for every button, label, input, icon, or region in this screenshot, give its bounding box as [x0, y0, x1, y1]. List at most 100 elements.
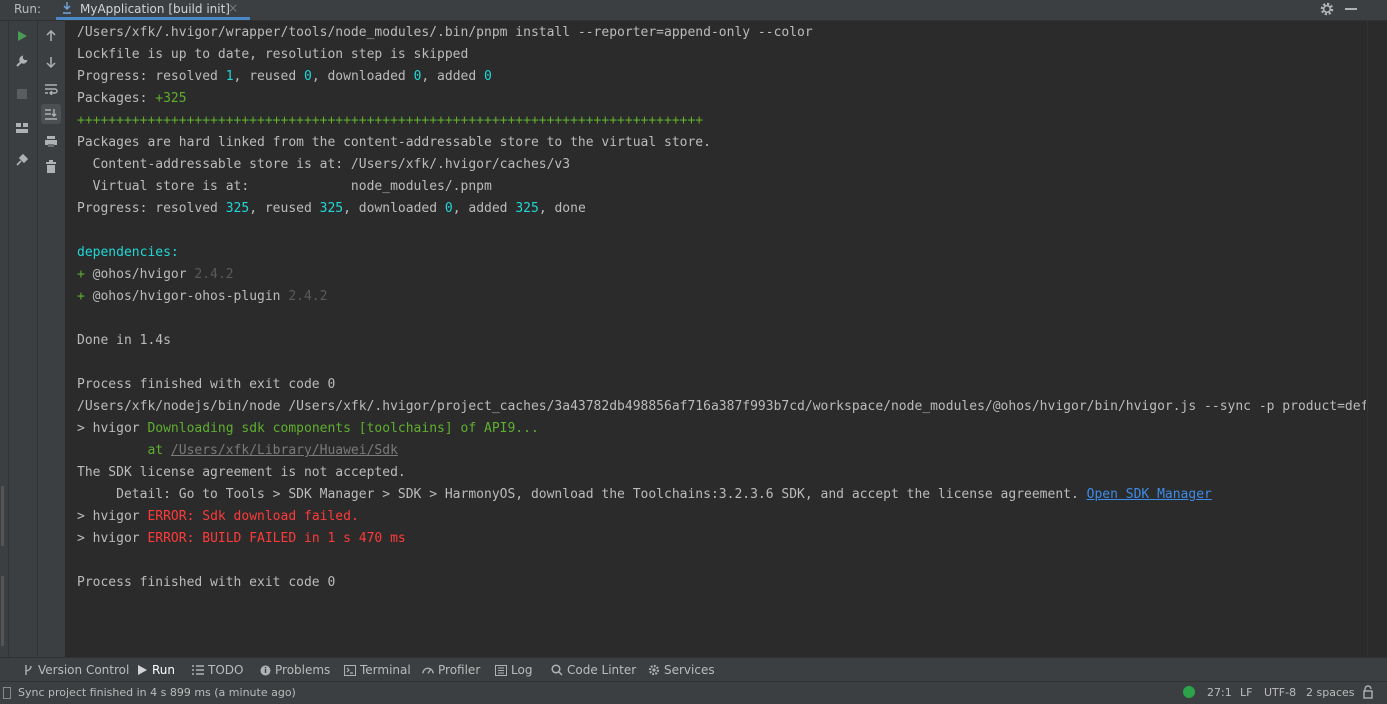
wrench-icon: [16, 55, 28, 67]
gauge-icon: [422, 664, 434, 676]
console-output[interactable]: /Users/xfk/.hvigor/wrapper/tools/node_mo…: [66, 21, 1366, 657]
console-text: /Users/xfk/.hvigor/wrapper/tools/node_mo…: [77, 25, 813, 40]
toggle-tool-windows-icon[interactable]: [3, 687, 11, 699]
printer-icon: [45, 135, 57, 147]
console-line: /Users/xfk/.hvigor/wrapper/tools/node_mo…: [77, 22, 813, 44]
lock-icon[interactable]: [1362, 685, 1374, 699]
side-tab-marker[interactable]: [1, 576, 4, 646]
gear-icon[interactable]: [1319, 1, 1335, 17]
sdk-path-link[interactable]: /Users/xfk/Library/Huawei/Sdk: [171, 443, 398, 458]
console-line: Progress: resolved 1, reused 0, download…: [77, 66, 492, 88]
rerun-button[interactable]: [12, 26, 32, 46]
scroll-to-end-icon: [45, 109, 57, 120]
tab-code-linter[interactable]: Code Linter: [551, 658, 636, 682]
scroll-up-button[interactable]: [41, 26, 61, 46]
console-line: The SDK license agreement is not accepte…: [77, 462, 406, 484]
console-text: +: [77, 289, 93, 304]
console-text: /Users/xfk/nodejs/bin/node /Users/xfk/.h…: [77, 399, 1366, 414]
tab-myapplication-build-init[interactable]: MyApplication [build init] ×: [56, 0, 250, 20]
tab-label: Version Control: [38, 663, 130, 677]
run-toolbar-primary: [9, 21, 38, 657]
status-ok-icon[interactable]: [1183, 686, 1195, 698]
console-text: Progress: resolved: [77, 69, 226, 84]
tab-profiler[interactable]: Profiler: [422, 658, 480, 682]
tab-label: Problems: [275, 663, 331, 677]
tab-title: MyApplication [build init]: [80, 2, 230, 16]
side-tab-marker[interactable]: [1, 486, 4, 546]
tab-run[interactable]: Run: [136, 658, 175, 682]
tab-terminal[interactable]: Terminal: [344, 658, 411, 682]
tab-log[interactable]: Log: [495, 658, 532, 682]
console-text: Content-addressable store is at: /Users/…: [77, 157, 571, 172]
console-line: Done in 1.4s: [77, 330, 171, 352]
console-text: , added: [452, 201, 516, 216]
stop-square-icon: [17, 89, 27, 99]
console-text: dependencies:: [77, 245, 179, 260]
scroll-down-button[interactable]: [41, 52, 61, 72]
console-text: > hvigor: [77, 421, 148, 436]
log-icon: [495, 664, 507, 676]
console-text: ERROR: Sdk download failed.: [147, 509, 359, 524]
tab-label: Log: [511, 663, 533, 677]
open-sdk-manager-link[interactable]: Open SDK Manager: [1087, 487, 1212, 502]
console-text: 0: [484, 69, 492, 84]
console-line: Packages are hard linked from the conten…: [77, 132, 711, 154]
console-text: 0: [304, 69, 312, 84]
stop-button[interactable]: [12, 84, 32, 104]
console-text: 2.4.2: [194, 267, 234, 282]
console-text: +325: [155, 91, 187, 106]
tab-services[interactable]: Services: [648, 658, 715, 682]
run-triangle-icon: [18, 31, 27, 41]
clear-all-button[interactable]: [41, 156, 61, 176]
console-text: , added: [421, 69, 485, 84]
console-line: + @ohos/hvigor 2.4.2: [77, 264, 234, 286]
trash-icon: [46, 159, 56, 173]
console-text: Process finished with exit code 0: [77, 377, 336, 392]
terminal-icon: [344, 664, 356, 676]
file-encoding[interactable]: UTF-8: [1264, 686, 1296, 699]
console-line: /Users/xfk/nodejs/bin/node /Users/xfk/.h…: [77, 396, 1366, 418]
line-separator[interactable]: LF: [1240, 686, 1252, 699]
console-text: 325: [319, 201, 344, 216]
magnifier-icon: [551, 664, 563, 676]
console-scrollbar[interactable]: [1367, 21, 1387, 657]
console-text: , reused: [249, 201, 320, 216]
console-text: 325: [225, 201, 250, 216]
print-button[interactable]: [41, 131, 61, 151]
scroll-to-end-button[interactable]: [41, 104, 61, 124]
console-text: Packages are hard linked from the conten…: [77, 135, 711, 150]
tab-todo[interactable]: TODO: [192, 658, 243, 682]
status-bar: Sync project finished in 4 s 899 ms (a m…: [0, 681, 1387, 704]
console-line: Process finished with exit code 0: [77, 374, 335, 396]
indent-setting[interactable]: 2 spaces: [1306, 686, 1355, 699]
console-text: Process finished with exit code 0: [77, 575, 336, 590]
console-text: Virtual store is at: node_modules/.pnpm: [77, 179, 492, 194]
list-icon: [192, 664, 204, 676]
caret-position[interactable]: 27:1: [1207, 686, 1232, 699]
console-text: Done in 1.4s: [77, 333, 171, 348]
info-circle-icon: [259, 664, 271, 676]
arrow-up-icon: [46, 30, 56, 41]
console-text: > hvigor: [77, 531, 148, 546]
pin-tab-button[interactable]: [12, 150, 32, 170]
tab-label: TODO: [208, 663, 244, 677]
tab-label: Code Linter: [567, 663, 637, 677]
edit-configuration-button[interactable]: [12, 51, 32, 71]
status-message[interactable]: Sync project finished in 4 s 899 ms (a m…: [18, 686, 296, 699]
soft-wrap-button[interactable]: [41, 79, 61, 99]
layout-button[interactable]: [12, 118, 32, 138]
console-line: > hvigor ERROR: BUILD FAILED in 1 s 470 …: [77, 528, 406, 550]
tool-window-bar: Version Control Run TODO Problems Terminal Pr…: [0, 657, 1387, 682]
close-tab-icon[interactable]: ×: [228, 1, 238, 15]
console-text: 2.4.2: [288, 289, 328, 304]
console-text: The SDK license agreement is not accepte…: [77, 465, 406, 480]
console-text: Progress: resolved: [77, 201, 226, 216]
minimize-icon[interactable]: [1345, 8, 1357, 10]
console-line: Packages: +325: [77, 88, 187, 110]
pin-icon: [16, 153, 29, 166]
console-text: 0: [444, 201, 453, 216]
tab-problems[interactable]: Problems: [259, 658, 330, 682]
tab-version-control[interactable]: Version Control: [22, 658, 129, 682]
console-text: , done: [538, 201, 586, 216]
console-text: 325: [515, 201, 539, 216]
